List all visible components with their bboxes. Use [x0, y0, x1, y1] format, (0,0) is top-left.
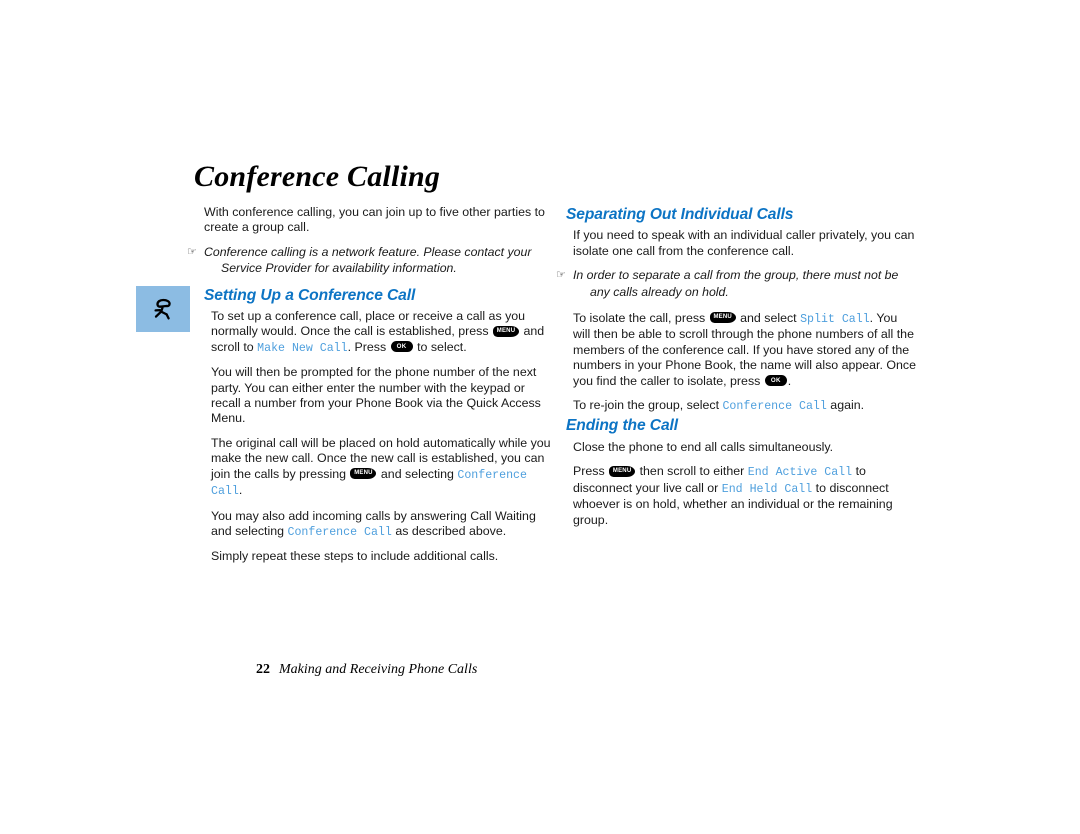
paragraph-setup-4: You may also add incoming calls by answe…	[211, 509, 551, 541]
paragraph-setup-5: Simply repeat these steps to include add…	[211, 549, 499, 564]
page-footer: 22 Making and Receiving Phone Calls	[256, 662, 477, 678]
left-column: With conference calling, you can join up…	[187, 205, 551, 565]
intro-note: ☞ Conference calling is a network feature…	[187, 244, 532, 276]
paragraph-ending-1: Close the phone to end all calls simulta…	[573, 439, 834, 454]
separating-note-text: In order to separate a call from the gro…	[573, 268, 899, 299]
menu-item-make-new-call: Make New Call	[257, 341, 348, 355]
rp5-text-a: Press	[573, 464, 605, 479]
paragraph-setup-3: The original call will be placed on hold…	[211, 436, 551, 500]
menu-key-icon: MENU	[709, 312, 736, 324]
document-page: Conference Calling With conference calli…	[0, 0, 1080, 834]
p1-text-c: . Press	[347, 339, 387, 354]
section-heading-ending-the-call: Ending the Call	[566, 417, 678, 435]
paragraph-ending-2: Press MENU then scroll to either End Act…	[573, 464, 916, 528]
menu-key-icon: MENU	[493, 325, 519, 337]
paragraph-separating-1: If you need to speak with an individual …	[573, 228, 915, 258]
separating-note: ☞ In order to separate a call from the gr…	[556, 268, 899, 299]
menu-item-conference-call: Conference Call	[287, 525, 392, 539]
section-heading-setting-up: Setting Up a Conference Call	[204, 286, 416, 304]
rp5-text-b: then scroll to either	[639, 464, 745, 479]
margin-icon-box	[136, 286, 190, 332]
rp3-text-b: again.	[830, 398, 865, 413]
right-column-body-2: Close the phone to end all calls simulta…	[566, 440, 916, 528]
page-title: Conference Calling	[194, 160, 441, 193]
right-column: Separating Out Individual Calls If you n…	[556, 205, 916, 528]
section-heading-separating-out: Separating Out Individual Calls	[566, 206, 794, 223]
paragraph-separating-3: To re-join the group, select Conference …	[573, 398, 916, 414]
rp2-text-b: and select	[740, 311, 797, 326]
footer-page-number: 22	[256, 662, 270, 677]
menu-item-conference-call: Conference Call	[722, 400, 827, 414]
ok-key-icon: OK	[390, 341, 413, 353]
paragraph-setup-1: To set up a conference call, place or re…	[211, 309, 551, 356]
menu-key-icon: MENU	[350, 467, 377, 479]
menu-item-end-held-call: End Held Call	[721, 482, 813, 496]
p1-text-d: to select.	[417, 339, 467, 354]
footer-section-title: Making and Receiving Phone Calls	[279, 662, 478, 677]
menu-key-icon: MENU	[609, 465, 636, 477]
left-column-body: To set up a conference call, place or re…	[204, 309, 551, 565]
rp2-text-d: .	[787, 373, 792, 388]
menu-item-end-active-call: End Active Call	[747, 466, 853, 480]
right-column-body-1: If you need to speak with an individual …	[556, 228, 916, 414]
rp2-text-a: To isolate the call, press	[573, 311, 706, 326]
p3-text-b: and selecting	[380, 466, 454, 481]
menu-item-split-call: Split Call	[800, 313, 870, 327]
p4-text-b: as described above.	[395, 523, 507, 538]
p1-text-a: To set up a conference call, place or re…	[211, 309, 526, 339]
rp3-text-a: To re-join the group, select	[573, 398, 720, 413]
intro-note-text: Conference calling is a network feature.…	[204, 244, 532, 276]
paragraph-setup-2: You will then be prompted for the phone …	[211, 365, 541, 426]
intro-paragraph: With conference calling, you can join up…	[204, 205, 545, 235]
paragraph-separating-2: To isolate the call, press MENU and sele…	[573, 311, 916, 389]
ok-key-icon: OK	[764, 374, 787, 386]
p3-text-c: .	[238, 483, 243, 498]
